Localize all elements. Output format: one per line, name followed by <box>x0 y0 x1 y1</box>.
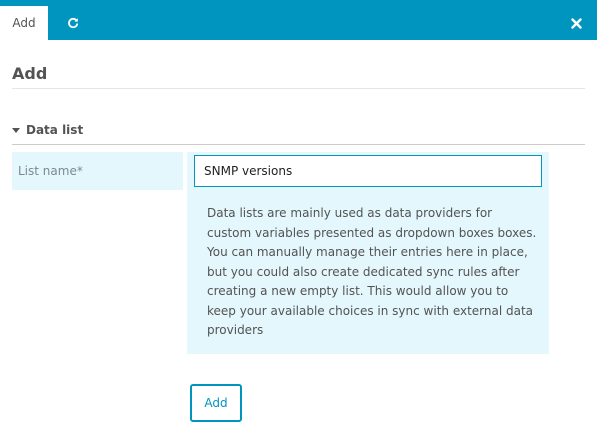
tab-add[interactable]: Add <box>0 6 48 40</box>
tab-add-label: Add <box>12 16 36 30</box>
fieldset-legend-label: Data list <box>26 123 84 137</box>
caret-down-icon <box>12 128 20 133</box>
page-title: Add <box>12 64 48 83</box>
close-icon[interactable] <box>566 13 586 33</box>
refresh-icon[interactable] <box>62 12 84 34</box>
tab-bar: Add <box>0 0 597 40</box>
list-name-label: List name* <box>12 152 183 190</box>
fieldset-toggle-data-list[interactable]: Data list <box>12 123 83 137</box>
list-name-label-text: List name* <box>18 164 83 178</box>
list-name-input[interactable] <box>194 155 542 187</box>
title-divider <box>12 88 585 89</box>
add-button[interactable]: Add <box>190 384 242 422</box>
list-name-help-text: Data lists are mainly used as data provi… <box>207 206 537 337</box>
fieldset-divider <box>12 144 585 145</box>
